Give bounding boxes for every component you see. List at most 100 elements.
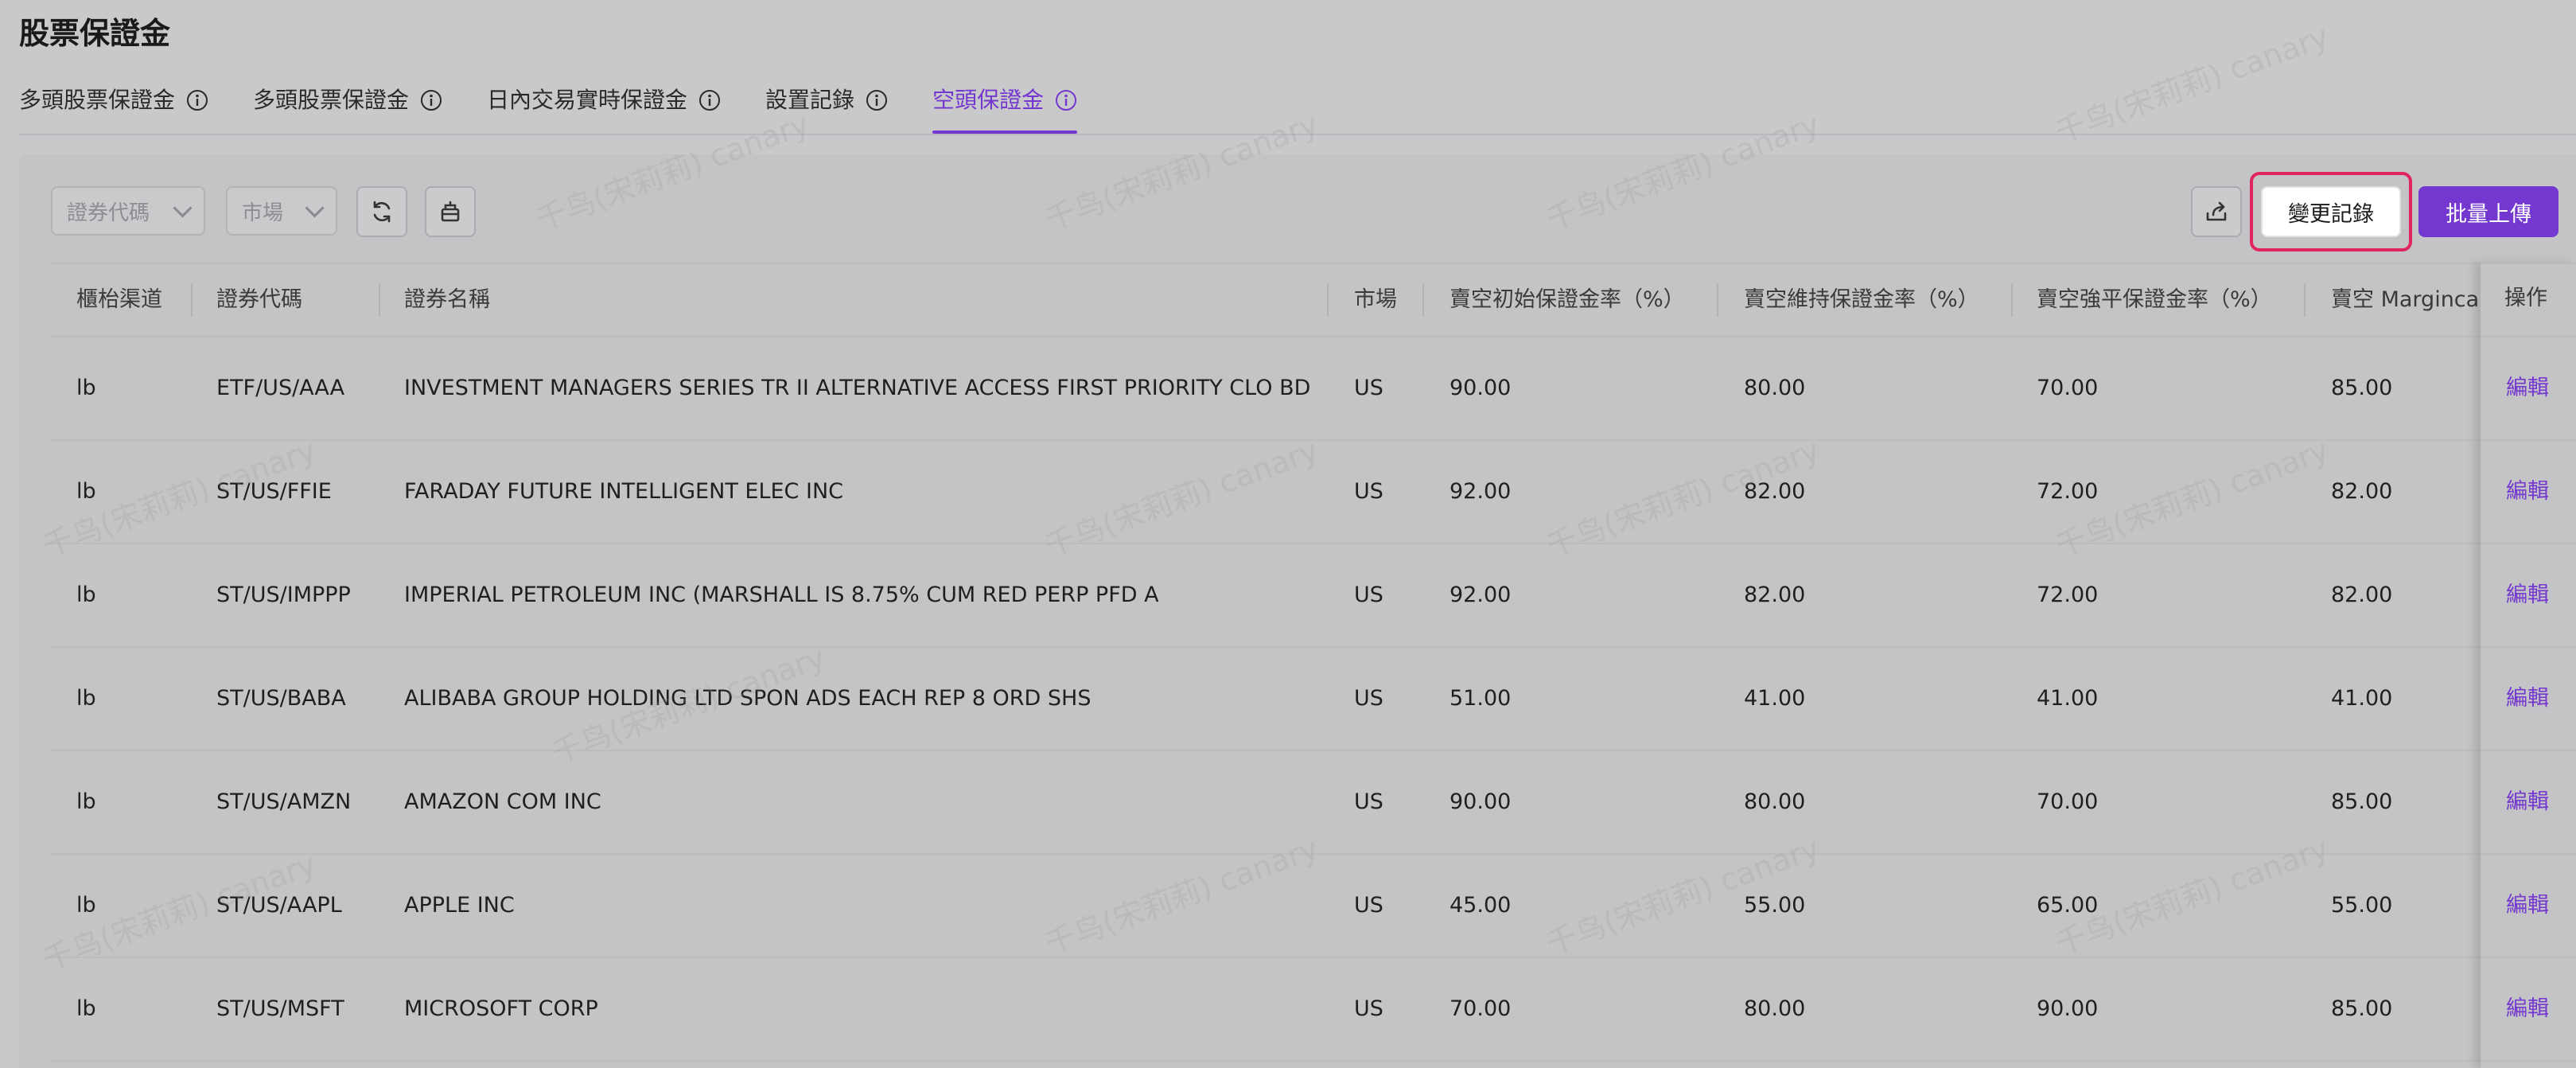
cell-liquidation-rate: 41.00	[2037, 686, 2099, 711]
tab-long-margin-2[interactable]: 多頭股票保證金	[253, 76, 442, 132]
cell-channel: lb	[76, 376, 96, 400]
cell-margincall-rate: 82.00	[2331, 479, 2393, 504]
edit-link[interactable]: 編輯	[2506, 648, 2549, 750]
cell-market: US	[1354, 479, 1383, 504]
cell-maintenance-rate: 80.00	[1744, 376, 1806, 400]
actions-column: 操作 編輯 編輯 編輯 編輯 編輯 編輯 編輯	[2481, 263, 2576, 1068]
cell-code: ST/US/IMPPP	[216, 583, 351, 607]
cell-channel: lb	[76, 686, 96, 711]
info-icon[interactable]	[1055, 89, 1077, 111]
column-divider	[1717, 283, 1718, 317]
chevron-down-icon	[173, 197, 193, 218]
column-header: 市場	[1354, 287, 1397, 312]
cell-code: ST/US/FFIE	[216, 479, 332, 504]
cell-code: ETF/US/AAA	[216, 376, 345, 400]
edit-link[interactable]: 編輯	[2506, 337, 2549, 439]
table-row: lb ST/US/MSFT MICROSOFT CORP US 70.00 80…	[51, 958, 2576, 1062]
info-icon[interactable]	[866, 89, 888, 111]
clear-icon	[441, 201, 460, 222]
export-button[interactable]	[2191, 186, 2242, 237]
cell-market: US	[1354, 583, 1383, 607]
column-divider	[191, 283, 193, 317]
info-icon[interactable]	[698, 89, 721, 111]
select-placeholder: 證券代碼	[67, 201, 150, 225]
column-header: 證券代碼	[216, 287, 302, 312]
tab-short-margin[interactable]: 空頭保證金	[932, 76, 1078, 134]
info-icon[interactable]	[420, 89, 442, 111]
toolbar: 證券代碼 市場 變更記錄 批量上傳	[19, 154, 2576, 266]
cell-margincall-rate: 85.00	[2331, 789, 2393, 814]
cell-name: ALIBABA GROUP HOLDING LTD SPON ADS EACH …	[404, 686, 1091, 711]
batch-upload-button[interactable]: 批量上傳	[2418, 186, 2558, 237]
cell-market: US	[1354, 996, 1383, 1021]
column-header: 賣空維持保證金率（%）	[1744, 287, 1979, 312]
cell-initial-rate: 90.00	[1449, 789, 1512, 814]
cell-liquidation-rate: 90.00	[2037, 996, 2099, 1021]
table-row: lb ST/US/AMZN AMAZON COM INC US 90.00 80…	[51, 751, 2576, 855]
tab-intraday-margin[interactable]: 日內交易實時保證金	[487, 76, 721, 132]
cell-margincall-rate: 82.00	[2331, 583, 2393, 607]
edit-link[interactable]: 編輯	[2506, 441, 2549, 543]
column-header: 賣空初始保證金率（%）	[1449, 287, 1685, 312]
info-icon[interactable]	[186, 89, 208, 111]
column-divider	[2011, 283, 2013, 317]
cell-channel: lb	[76, 893, 96, 918]
edit-link[interactable]: 編輯	[2506, 751, 2549, 853]
table-row: lb ETF/US/AAA INVESTMENT MANAGERS SERIES…	[51, 337, 2576, 441]
cell-channel: lb	[76, 583, 96, 607]
refresh-button[interactable]	[356, 186, 407, 237]
cell-code: ST/US/BABA	[216, 686, 346, 711]
tab-bar: 多頭股票保證金 多頭股票保證金 日內交易實時保證金 設置記錄 空頭保證金	[19, 76, 2576, 135]
cell-name: MICROSOFT CORP	[404, 996, 598, 1021]
cell-margincall-rate: 85.00	[2331, 376, 2393, 400]
table-row: lb ST/US/AAPL APPLE INC US 45.00 55.00 6…	[51, 855, 2576, 958]
cell-maintenance-rate: 82.00	[1744, 583, 1806, 607]
column-header: 賣空 Margincall	[2331, 287, 2479, 312]
export-icon	[2206, 201, 2227, 221]
divider	[2481, 1060, 2576, 1062]
tab-long-margin[interactable]: 多頭股票保證金	[19, 76, 208, 132]
refresh-icon	[373, 201, 391, 223]
cell-channel: lb	[76, 789, 96, 814]
column-header: 操作	[2504, 286, 2547, 310]
market-select[interactable]: 市場	[226, 186, 337, 236]
change-record-button[interactable]: 變更記錄	[2261, 186, 2401, 237]
cell-name: APPLE INC	[404, 893, 515, 918]
cell-market: US	[1354, 686, 1383, 711]
edit-link[interactable]: 編輯	[2506, 958, 2549, 1060]
page-title: 股票保證金	[19, 16, 171, 51]
table-header: 櫃枱渠道 證券代碼 證券名稱 市場 賣空初始保證金率（%） 賣空維持保證金率（%…	[51, 263, 2576, 337]
data-table: 櫃枱渠道 證券代碼 證券名稱 市場 賣空初始保證金率（%） 賣空維持保證金率（%…	[51, 263, 2576, 1068]
column-header: 賣空強平保證金率（%）	[2037, 287, 2272, 312]
tab-label: 空頭保證金	[932, 87, 1045, 113]
cell-maintenance-rate: 80.00	[1744, 996, 1806, 1021]
tab-settings-record[interactable]: 設置記錄	[765, 76, 888, 132]
tab-label: 日內交易實時保證金	[487, 87, 688, 113]
cell-maintenance-rate: 82.00	[1744, 479, 1806, 504]
cell-initial-rate: 92.00	[1449, 583, 1512, 607]
cell-maintenance-rate: 55.00	[1744, 893, 1806, 918]
cell-channel: lb	[76, 479, 96, 504]
column-divider	[379, 283, 380, 317]
security-code-select[interactable]: 證券代碼	[51, 186, 205, 236]
cell-initial-rate: 90.00	[1449, 376, 1512, 400]
cell-name: INVESTMENT MANAGERS SERIES TR II ALTERNA…	[404, 376, 1311, 400]
cell-liquidation-rate: 72.00	[2037, 479, 2099, 504]
cell-maintenance-rate: 41.00	[1744, 686, 1806, 711]
clear-button[interactable]	[425, 186, 476, 237]
cell-liquidation-rate: 65.00	[2037, 893, 2099, 918]
cell-market: US	[1354, 376, 1383, 400]
cell-name: IMPERIAL PETROLEUM INC (MARSHALL IS 8.75…	[404, 583, 1159, 607]
cell-channel: lb	[76, 996, 96, 1021]
table-row: lb ST/US/IMPPP IMPERIAL PETROLEUM INC (M…	[51, 544, 2576, 648]
column-divider	[1327, 283, 1329, 317]
cell-code: ST/US/AAPL	[216, 893, 342, 918]
column-header: 櫃枱渠道	[76, 287, 162, 312]
column-header: 證券名稱	[404, 287, 490, 312]
cell-initial-rate: 92.00	[1449, 479, 1512, 504]
cell-name: AMAZON COM INC	[404, 789, 601, 814]
edit-link[interactable]: 編輯	[2506, 544, 2549, 646]
chevron-down-icon	[305, 197, 325, 218]
edit-link[interactable]: 編輯	[2506, 855, 2549, 957]
cell-market: US	[1354, 893, 1383, 918]
